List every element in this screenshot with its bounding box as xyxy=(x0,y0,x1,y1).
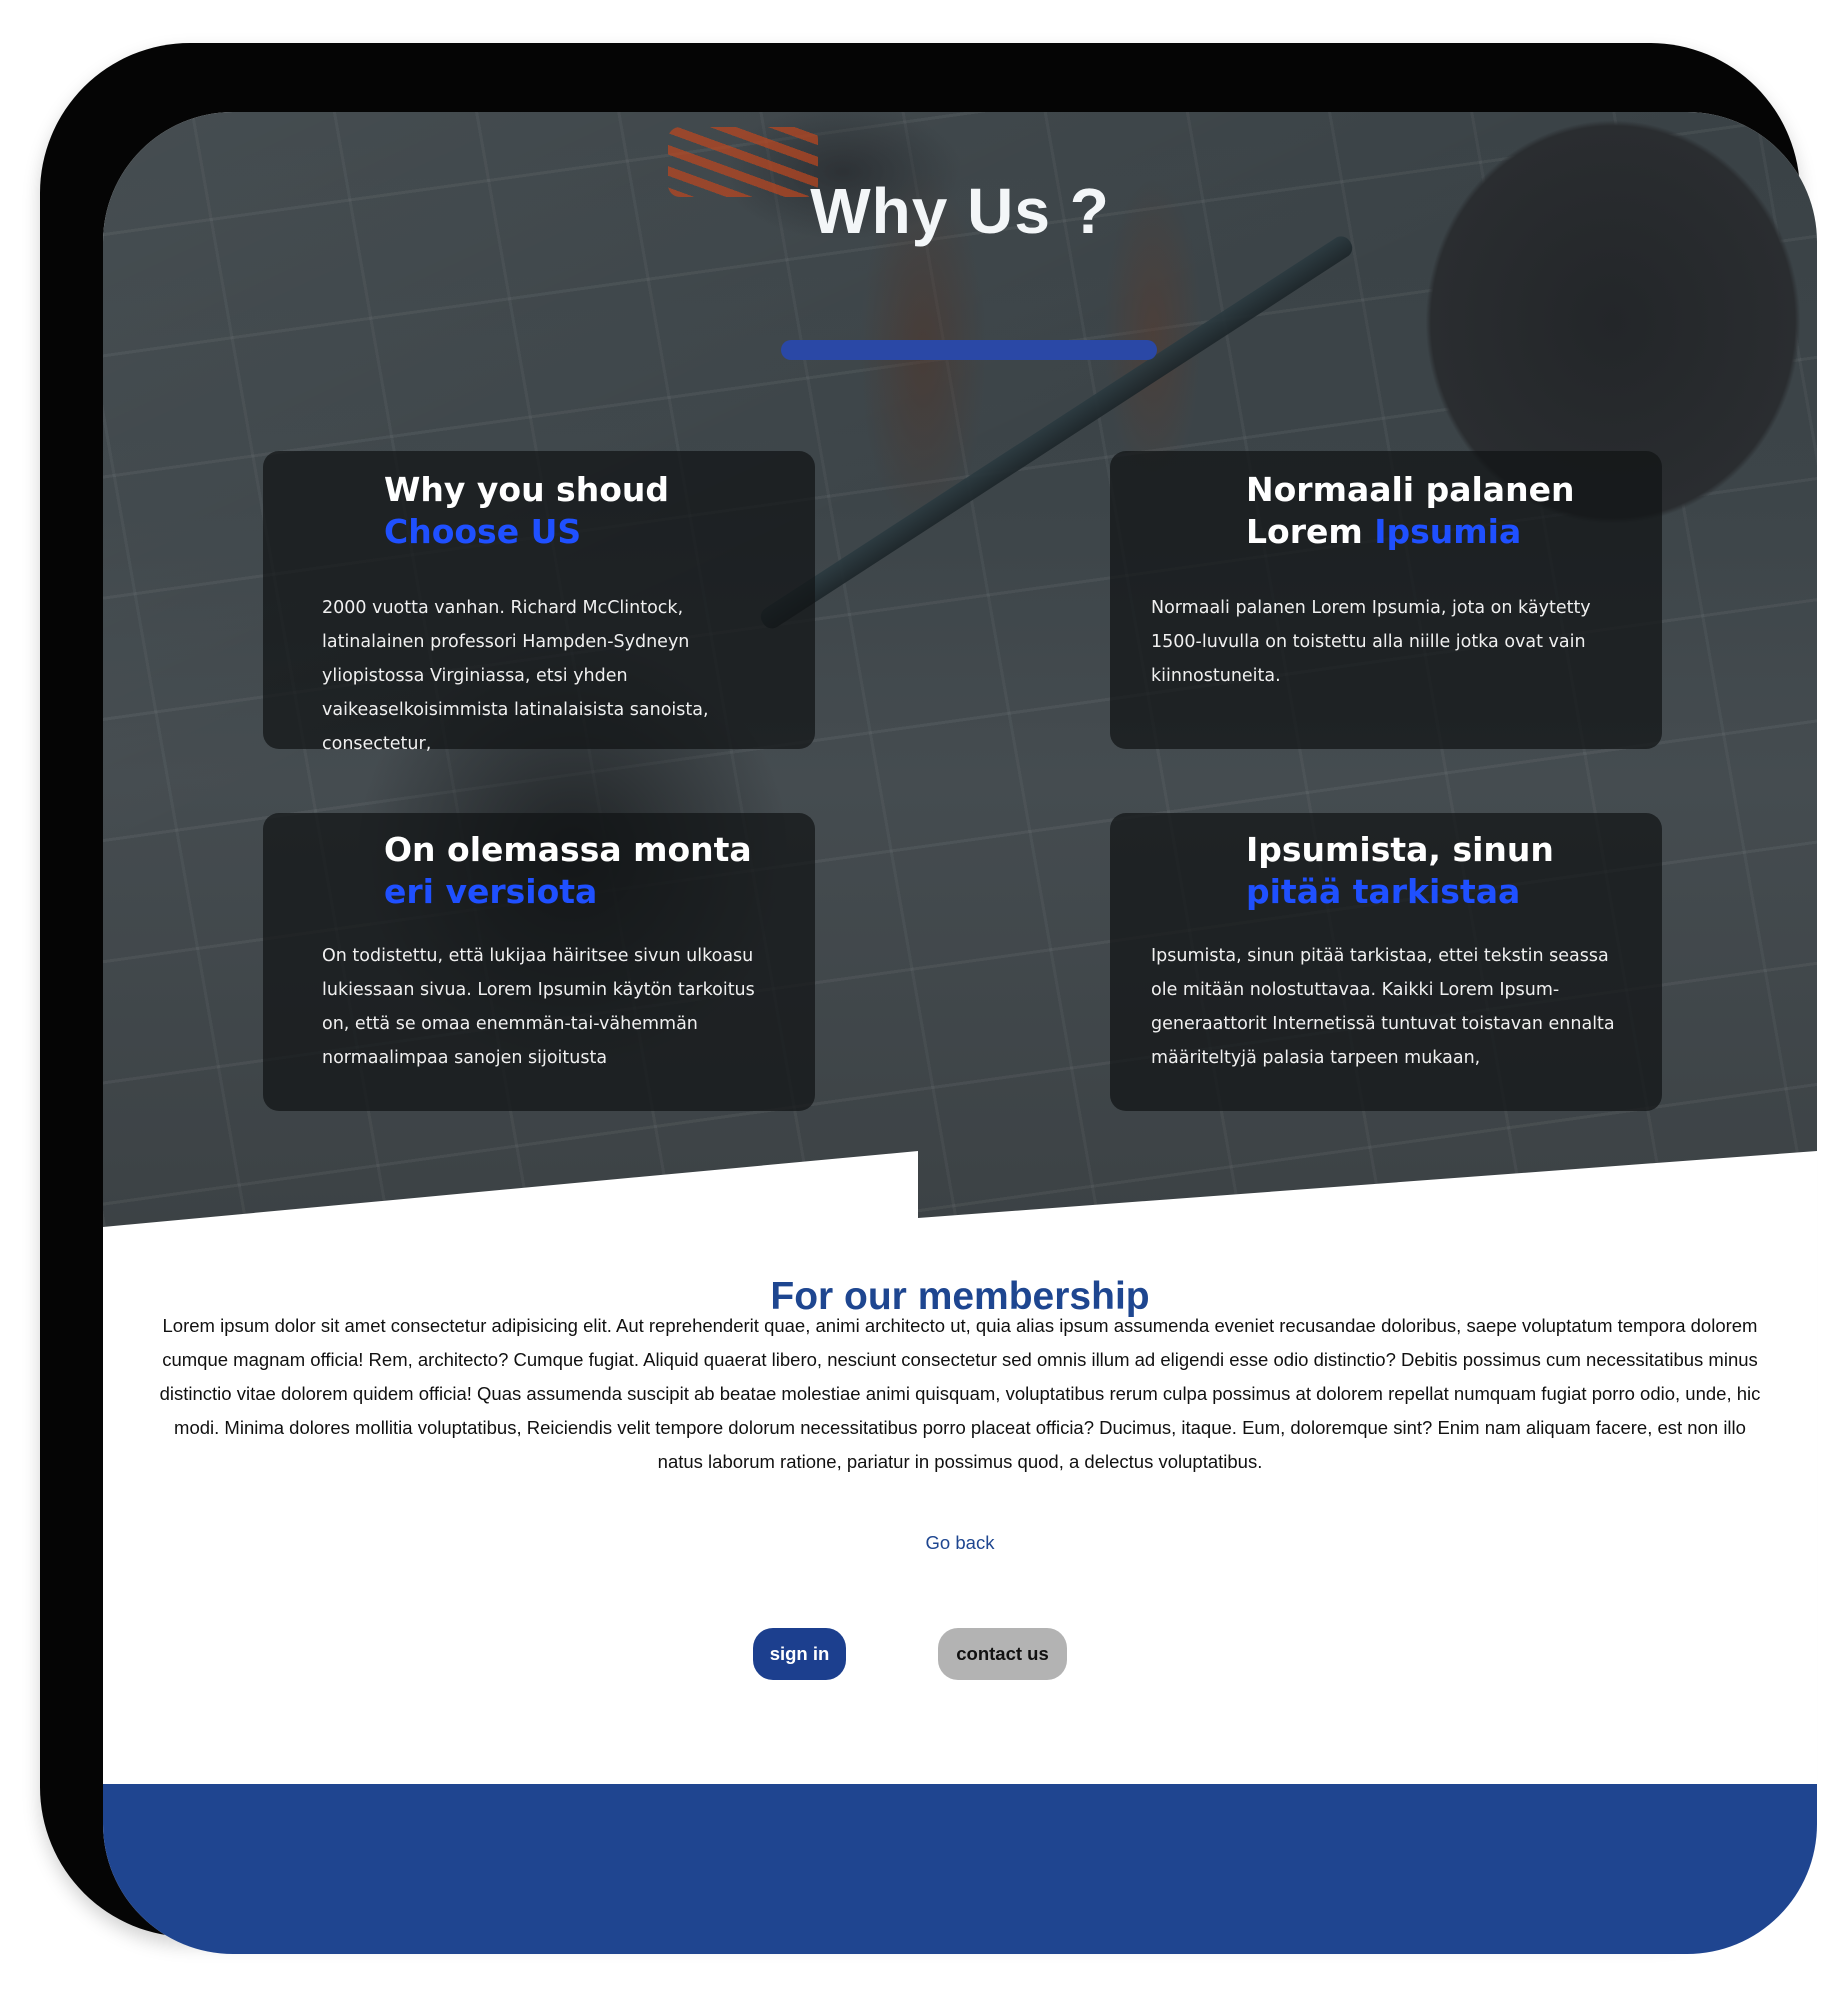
feature-card-tarkistaa: Ipsumista, sinun pitää tarkistaa Ipsumis… xyxy=(1110,813,1662,1111)
page-title: Why Us ? xyxy=(810,175,1110,247)
page-viewport: Why Us ? Why you shoud Choose US 2000 vu… xyxy=(103,112,1817,1954)
card-heading: Ipsumista, sinun pitää tarkistaa xyxy=(1246,829,1554,913)
card-heading: On olemassa monta eri versiota xyxy=(384,829,752,913)
footer-band xyxy=(103,1784,1817,1954)
feature-card-versiota: On olemassa monta eri versiota On todist… xyxy=(263,813,815,1111)
feature-card-choose-us: Why you shoud Choose US 2000 vuotta vanh… xyxy=(263,451,815,754)
card-heading-accent: pitää tarkistaa xyxy=(1246,872,1521,911)
membership-text: Lorem ipsum dolor sit amet consectetur a… xyxy=(159,1315,1761,1472)
card-heading-plain: Lorem xyxy=(1246,512,1375,551)
card-heading-line: Why you shoud xyxy=(384,470,669,509)
contact-us-button[interactable]: contact us xyxy=(938,1628,1067,1680)
why-us-hero: Why Us ? Why you shoud Choose US 2000 vu… xyxy=(103,112,1817,1227)
card-text: Normaali palanen Lorem Ipsumia, jota on … xyxy=(1151,598,1591,686)
card-text: On todistettu, että lukijaa häiritsee si… xyxy=(322,946,755,1068)
card-heading-line: On olemassa monta xyxy=(384,830,752,869)
card-heading-accent: Ipsumia xyxy=(1374,512,1522,551)
feature-card-normaali: Normaali palanen Lorem Ipsumia Normaali … xyxy=(1110,451,1662,749)
card-text: 2000 vuotta vanhan. Richard McClintock, … xyxy=(322,598,709,754)
card-heading-accent: Choose US xyxy=(384,512,582,551)
device-frame: Why Us ? Why you shoud Choose US 2000 vu… xyxy=(40,43,1817,1954)
title-underline xyxy=(781,340,1157,360)
card-heading-line: Ipsumista, sinun xyxy=(1246,830,1554,869)
card-heading: Normaali palanen Lorem Ipsumia xyxy=(1246,469,1574,553)
card-heading-line: Normaali palanen xyxy=(1246,470,1575,509)
sign-in-button[interactable]: sign in xyxy=(753,1628,846,1680)
card-heading: Why you shoud Choose US xyxy=(384,469,669,553)
card-text: Ipsumista, sinun pitää tarkistaa, ettei … xyxy=(1151,946,1615,1068)
card-heading-accent: eri versiota xyxy=(384,872,598,911)
go-back-link[interactable]: Go back xyxy=(103,1532,1817,1554)
